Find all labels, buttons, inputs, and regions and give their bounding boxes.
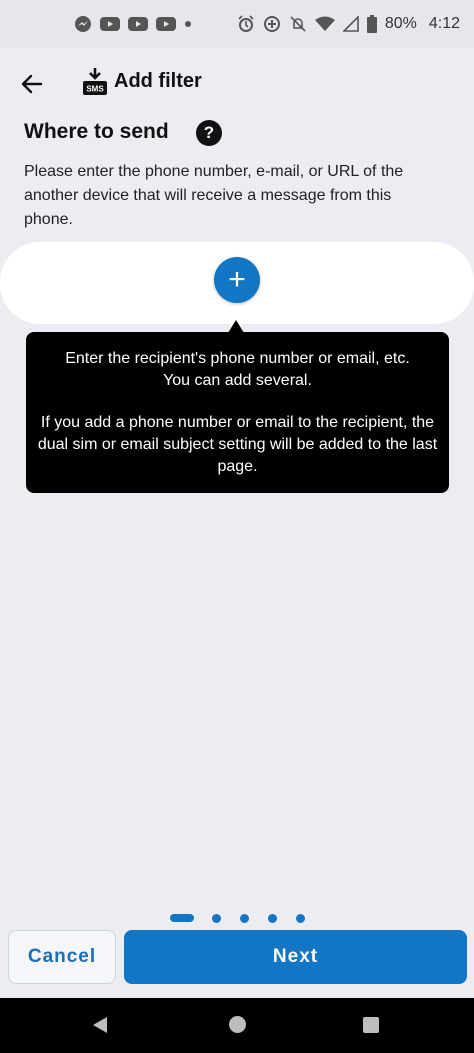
sms-download-icon: SMS — [83, 68, 107, 95]
page-dot — [240, 913, 249, 923]
recipient-tooltip: Enter the recipient's phone number or em… — [26, 332, 449, 493]
wifi-icon — [314, 16, 335, 32]
section-heading: Where to send — [24, 120, 169, 143]
system-icons: 80% 4:12 — [237, 15, 460, 33]
youtube-icon — [128, 16, 148, 32]
nav-back-icon[interactable] — [92, 1016, 108, 1034]
tooltip-line: Enter the recipient's phone number or em… — [65, 350, 410, 367]
page-dot — [268, 913, 277, 923]
nav-home-icon[interactable] — [229, 1016, 246, 1033]
arrow-left-icon — [21, 74, 43, 94]
tooltip-line: If you add a phone number or email to th… — [37, 414, 438, 475]
page-title: Add filter — [114, 70, 202, 92]
back-button[interactable] — [16, 68, 48, 100]
mute-icon — [289, 15, 307, 33]
tooltip-spacer — [36, 392, 439, 412]
youtube-icon — [156, 16, 176, 32]
nav-recents-icon[interactable] — [363, 1017, 379, 1033]
battery-percentage: 80% — [384, 15, 417, 32]
page-dot — [296, 913, 305, 923]
system-nav-bar — [0, 998, 474, 1053]
page-indicator — [170, 913, 324, 923]
next-button[interactable]: Next — [124, 930, 467, 984]
plus-icon: + — [228, 263, 246, 296]
messenger-icon — [74, 15, 92, 33]
signal-icon — [342, 16, 359, 32]
clock: 4:12 — [428, 15, 460, 32]
data-saver-icon — [263, 15, 281, 33]
page-dot-active — [170, 914, 194, 922]
cancel-button[interactable]: Cancel — [8, 930, 116, 984]
add-recipient-button[interactable]: + — [214, 257, 260, 303]
youtube-icon — [100, 16, 120, 32]
app-bar: SMS Add filter — [0, 48, 474, 116]
section-description: Please enter the phone number, e-mail, o… — [24, 163, 404, 228]
page-dot — [212, 913, 221, 923]
battery-icon — [366, 15, 377, 33]
question-icon: ? — [203, 123, 215, 142]
sms-badge-text: SMS — [86, 85, 104, 94]
dot-icon — [184, 20, 192, 28]
notification-icons — [74, 15, 192, 33]
alarm-icon — [237, 15, 255, 33]
status-bar: 80% 4:12 — [0, 0, 474, 48]
tooltip-line: You can add several. — [163, 372, 312, 389]
help-button[interactable]: ? — [196, 120, 222, 146]
